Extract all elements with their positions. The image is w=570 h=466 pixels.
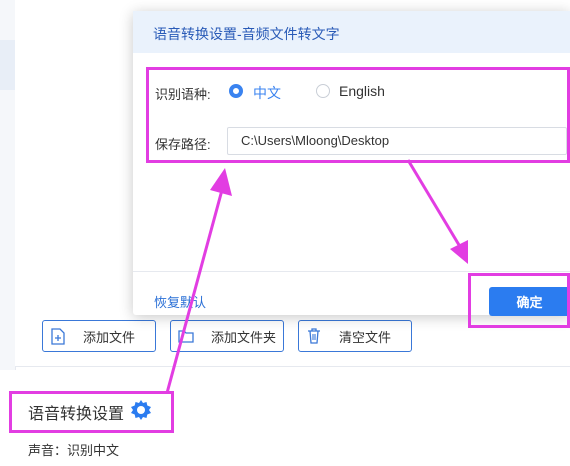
trash-icon (299, 328, 329, 344)
highlight-options-box (146, 67, 570, 163)
dialog-title: 语音转换设置-音频文件转文字 (153, 26, 340, 42)
clear-files-button[interactable]: 清空文件 (298, 320, 412, 352)
folder-add-icon (171, 329, 201, 343)
settings-dialog: 语音转换设置-音频文件转文字 识别语种: 中文 English 保存路径: C:… (133, 11, 570, 316)
clear-files-label: 清空文件 (339, 329, 392, 345)
file-add-icon (43, 327, 73, 345)
highlight-settings-box (9, 391, 174, 433)
footer-divider (133, 271, 570, 272)
voice-status-label: 声音：识别中文 (28, 443, 120, 458)
restore-defaults-link[interactable]: 恢复默认 (154, 292, 206, 311)
highlight-confirm-box (468, 273, 570, 328)
add-folder-button[interactable]: 添加文件夹 (170, 320, 284, 352)
add-folder-label: 添加文件夹 (211, 329, 277, 345)
sidebar-active-item[interactable] (0, 40, 15, 90)
add-file-label: 添加文件 (83, 329, 136, 345)
add-file-button[interactable]: 添加文件 (42, 320, 156, 352)
